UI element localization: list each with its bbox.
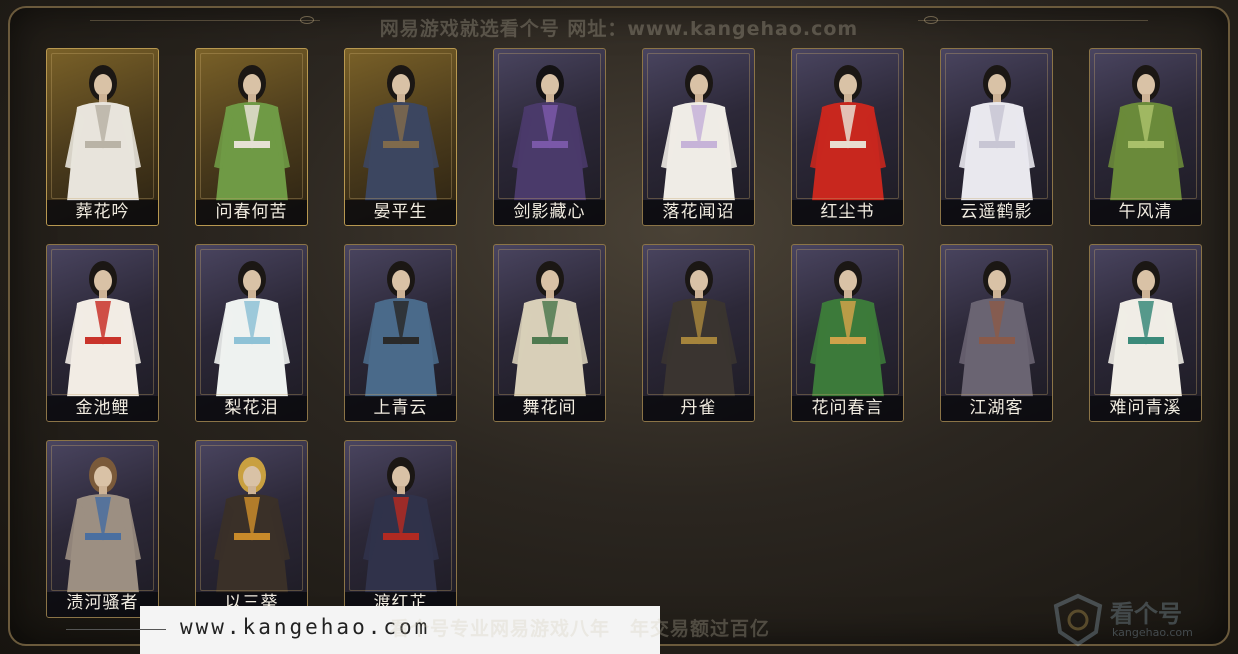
outfit-name: 葬花吟 xyxy=(47,200,158,225)
logo-text: 看个号 xyxy=(1110,600,1182,628)
outfit-name: 剑影藏心 xyxy=(494,200,605,225)
outfit-name: 难问青溪 xyxy=(1090,396,1201,421)
outfit-name: 午风清 xyxy=(1090,200,1201,225)
outfit-name: 红尘书 xyxy=(792,200,903,225)
outfit-card[interactable]: 梨花泪 xyxy=(195,244,308,422)
outfit-grid: 葬花吟 问春何苦 晏平生 剑影藏心 落花闻诏 红尘书 云遥鹤影 午风清金池鲤 梨花泪 上青云 舞花间… xyxy=(46,48,1202,618)
card-inner-frame xyxy=(51,53,154,199)
banner-divider xyxy=(66,629,166,630)
card-inner-frame xyxy=(796,249,899,395)
top-watermark: 网易游戏就选看个号 网址：www.kangehao.com xyxy=(379,18,859,40)
outfit-card[interactable]: 江湖客 xyxy=(940,244,1053,422)
card-inner-frame xyxy=(796,53,899,199)
outfit-name: 问春何苦 xyxy=(196,200,307,225)
card-inner-frame xyxy=(200,445,303,591)
card-inner-frame xyxy=(498,53,601,199)
outfit-name: 花问春言 xyxy=(792,396,903,421)
outfit-name: 江湖客 xyxy=(941,396,1052,421)
outfit-card[interactable]: 难问青溪 xyxy=(1089,244,1202,422)
card-inner-frame xyxy=(349,53,452,199)
card-inner-frame xyxy=(51,249,154,395)
card-inner-frame xyxy=(945,53,1048,199)
card-inner-frame xyxy=(647,53,750,199)
outfit-name: 金池鲤 xyxy=(47,396,158,421)
outfit-card[interactable]: 花问春言 xyxy=(791,244,904,422)
outfit-card[interactable]: 上青云 xyxy=(344,244,457,422)
card-inner-frame xyxy=(1094,53,1197,199)
outfit-card[interactable]: 问春何苦 xyxy=(195,48,308,226)
outfit-name: 云遥鹤影 xyxy=(941,200,1052,225)
card-inner-frame xyxy=(349,249,452,395)
outfit-card[interactable]: 舞花间 xyxy=(493,244,606,422)
outfit-name: 丹雀 xyxy=(643,396,754,421)
outfit-card[interactable]: 落花闻诏 xyxy=(642,48,755,226)
bottom-watermark: 看个号专业网易游戏八年 年交易额过百亿 xyxy=(390,614,770,641)
outfit-name: 梨花泪 xyxy=(196,396,307,421)
card-inner-frame xyxy=(51,445,154,591)
bottom-watermark-part2: 年交易额过百亿 xyxy=(630,618,771,640)
card-inner-frame xyxy=(200,53,303,199)
card-inner-frame xyxy=(1094,249,1197,395)
outfit-card[interactable]: 午风清 xyxy=(1089,48,1202,226)
outfit-name: 晏平生 xyxy=(345,200,456,225)
kangehao-shield-icon xyxy=(1053,593,1103,647)
bottom-watermark-part1: 看个号专业网易游戏八年 xyxy=(390,618,611,640)
outfit-card[interactable]: 红尘书 xyxy=(791,48,904,226)
outfit-card[interactable]: 金池鲤 xyxy=(46,244,159,422)
outfit-card[interactable]: 剑影藏心 xyxy=(493,48,606,226)
outfit-name: 舞花间 xyxy=(494,396,605,421)
outfit-name: 落花闻诏 xyxy=(643,200,754,225)
card-inner-frame xyxy=(647,249,750,395)
outfit-card[interactable]: 丹雀 xyxy=(642,244,755,422)
card-inner-frame xyxy=(349,445,452,591)
outfit-card[interactable]: 云遥鹤影 xyxy=(940,48,1053,226)
outfit-card[interactable]: 以三葵 xyxy=(195,440,308,618)
outfit-card[interactable]: 渡红芷 xyxy=(344,440,457,618)
logo-domain: kangehao.com xyxy=(1112,626,1193,639)
outfit-card[interactable]: 晏平生 xyxy=(344,48,457,226)
card-inner-frame xyxy=(200,249,303,395)
kangehao-logo: 看个号 kangehao.com xyxy=(1050,592,1228,648)
outfit-name: 上青云 xyxy=(345,396,456,421)
outfit-card[interactable]: 渍河骚者 xyxy=(46,440,159,618)
card-inner-frame xyxy=(945,249,1048,395)
card-inner-frame xyxy=(498,249,601,395)
outfit-card[interactable]: 葬花吟 xyxy=(46,48,159,226)
